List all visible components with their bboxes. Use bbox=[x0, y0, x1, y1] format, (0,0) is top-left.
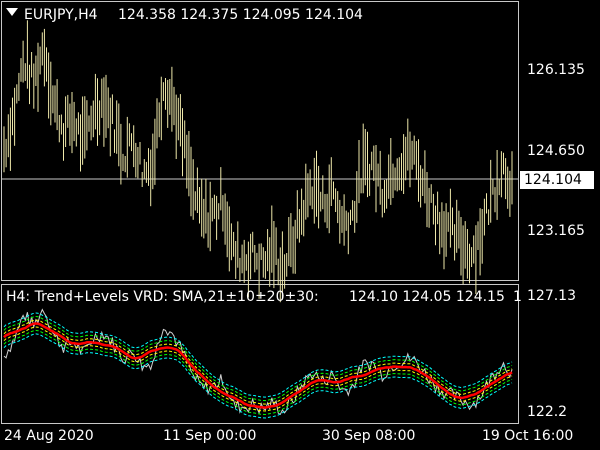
y-tick-label: 124.650 bbox=[527, 143, 585, 159]
sma-center-line bbox=[3, 322, 513, 409]
current-price-label: 124.104 bbox=[520, 171, 594, 189]
ohlc-values: 124.358 124.375 124.095 124.104 bbox=[118, 7, 363, 23]
band-outer-upper bbox=[3, 312, 513, 398]
indicator-values-suffix: 1 bbox=[513, 289, 522, 305]
y-tick-label: 126.135 bbox=[527, 62, 585, 78]
x-tick-label: 30 Sep 08:00 bbox=[322, 428, 416, 444]
indicator-y-tick-label: 122.2 bbox=[527, 404, 568, 420]
dropdown-arrow-icon[interactable] bbox=[6, 8, 18, 16]
band-inner-lower bbox=[3, 326, 513, 412]
x-tick-label: 11 Sep 00:00 bbox=[163, 428, 257, 444]
price-chart-svg bbox=[2, 20, 518, 419]
indicator-title: H4: Trend+Levels VRD: SMA,21±10±20±30: bbox=[6, 289, 319, 305]
y-tick-label: 123.165 bbox=[527, 223, 585, 239]
x-tick-label: 24 Aug 2020 bbox=[4, 428, 94, 444]
symbol-label: EURJPY,H4 bbox=[24, 7, 98, 23]
band-mid-upper bbox=[3, 315, 513, 402]
indicator-price-line bbox=[3, 308, 513, 416]
indicator-y-tick-label: 127.13 bbox=[527, 288, 576, 304]
x-tick-label: 19 Oct 16:00 bbox=[482, 428, 574, 444]
indicator-values: 124.10 124.05 124.15 bbox=[349, 289, 505, 305]
